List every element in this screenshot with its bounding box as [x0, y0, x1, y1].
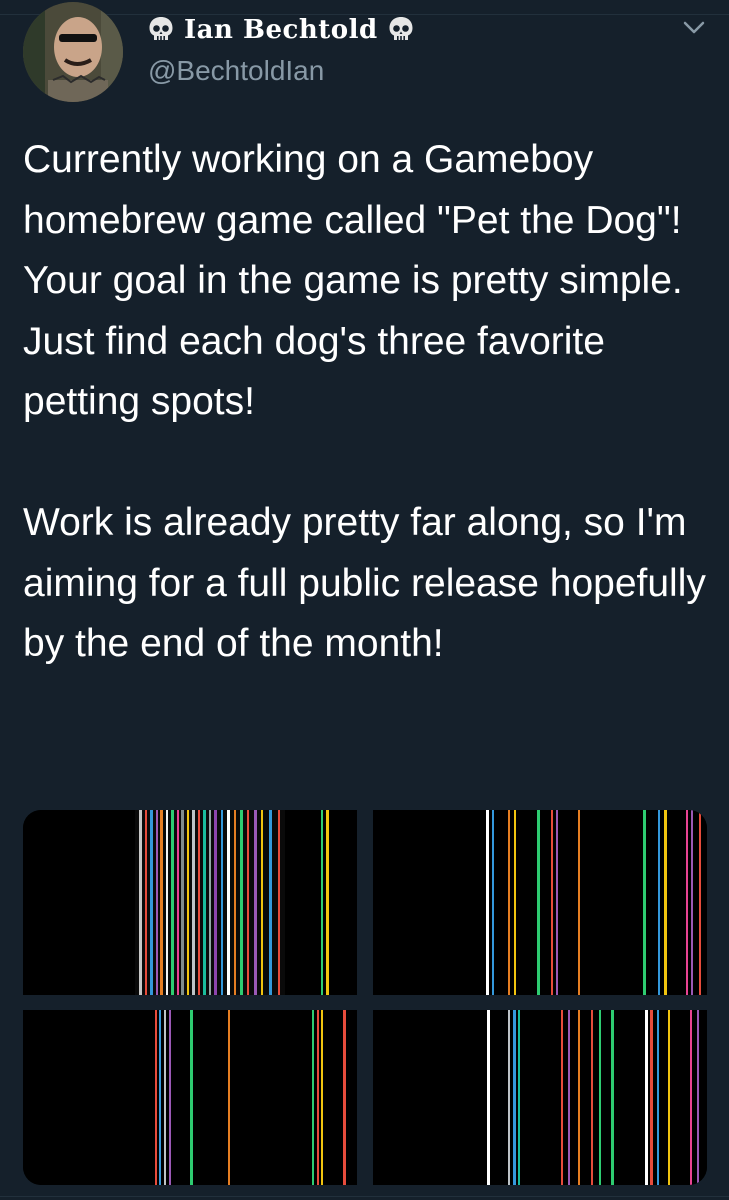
gameboy-screenshot	[373, 1010, 707, 1185]
media-image[interactable]	[23, 810, 357, 995]
gameboy-screenshot	[23, 1010, 357, 1185]
author-name-row[interactable]: Ian Bechtold	[148, 10, 414, 50]
tweet-paragraph: Currently working on a Gameboy homebrew …	[23, 138, 683, 423]
author-handle[interactable]: @BechtoldIan	[148, 55, 324, 87]
media-image[interactable]	[23, 1010, 357, 1185]
author-display-name[interactable]: Ian Bechtold	[184, 15, 378, 45]
media-image[interactable]	[373, 810, 707, 995]
gameboy-screenshot	[373, 810, 707, 995]
skull-icon	[388, 16, 414, 44]
tweet-paragraph: Work is already pretty far along, so I'm…	[23, 501, 706, 665]
gameboy-screenshot	[23, 810, 357, 995]
tweet-text: Currently working on a Gameboy homebrew …	[23, 130, 713, 675]
media-image[interactable]	[373, 1010, 707, 1185]
profile-photo-icon	[23, 2, 123, 102]
author-avatar[interactable]	[23, 2, 123, 102]
bottom-divider	[0, 1196, 729, 1197]
skull-icon	[148, 16, 174, 44]
media-grid	[23, 810, 707, 1185]
chevron-down-icon[interactable]	[680, 18, 708, 43]
